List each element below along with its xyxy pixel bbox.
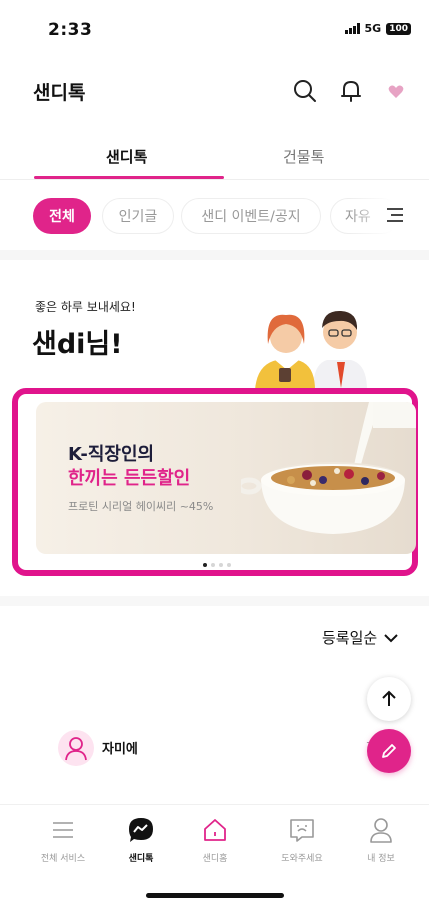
filter-chip-row: 전체 인기글 샌디 이벤트/공지 자유 <box>0 192 429 246</box>
nav-sandyhome[interactable]: 샌디홈 <box>175 815 255 864</box>
network-label: 5G <box>364 22 382 35</box>
chevron-down-icon <box>384 633 398 642</box>
chip-popular[interactable]: 인기글 <box>102 198 174 234</box>
tab-bar: 샌디톡 건물톡 <box>0 136 429 180</box>
page-dot-active <box>203 563 207 567</box>
page-dot <box>211 563 215 567</box>
search-icon[interactable] <box>290 76 320 106</box>
battery-icon: 100 <box>386 22 411 35</box>
signal-icon <box>344 23 360 34</box>
promo-banner[interactable]: K-직장인의 한끼는 든든할인 프로틴 시리얼 헤이씨리 ~45% <box>36 402 416 554</box>
banner-headline-2: 한끼는 든든할인 <box>68 468 191 489</box>
section-divider <box>0 250 429 260</box>
nav-help[interactable]: 도와주세요 <box>262 815 342 864</box>
nav-label: 전체 서비스 <box>40 854 86 864</box>
bottom-navigation: 전체 서비스 샌디톡 샌디홈 도와주세요 내 정보 <box>0 804 429 874</box>
arrow-up-icon <box>382 690 396 706</box>
write-post-button[interactable] <box>367 729 411 773</box>
section-divider <box>0 596 429 606</box>
heart-icon[interactable] <box>381 76 411 106</box>
avatar <box>58 730 94 766</box>
nav-label: 샌디톡 <box>128 854 154 864</box>
banner-page-indicator <box>203 563 231 567</box>
scroll-to-top-button[interactable] <box>367 677 411 721</box>
nav-my-info[interactable]: 내 정보 <box>341 815 421 864</box>
nav-label: 도와주세요 <box>281 854 323 864</box>
page-title: 샌디톡 <box>33 82 86 104</box>
chip-events-notice[interactable]: 샌디 이벤트/공지 <box>181 198 321 234</box>
chat-icon <box>126 815 156 845</box>
page-dot <box>227 563 231 567</box>
status-indicators: 5G 100 <box>344 22 411 35</box>
greeting-name: 샌di님! <box>32 329 123 360</box>
chip-all[interactable]: 전체 <box>33 198 91 234</box>
status-bar: 2:33 5G 100 <box>0 0 429 64</box>
user-icon <box>65 737 87 761</box>
bell-icon[interactable] <box>336 76 366 106</box>
app-header: 샌디톡 <box>0 64 429 124</box>
cereal-bowl-image <box>236 402 416 554</box>
filter-menu-icon[interactable] <box>385 206 405 228</box>
banner-subtext: 프로틴 시리얼 헤이씨리 ~45% <box>68 500 214 513</box>
tab-buildingtalk[interactable]: 건물톡 <box>283 146 324 167</box>
sort-label: 등록일순 <box>322 629 378 647</box>
home-icon <box>201 815 229 845</box>
office-workers-illustration <box>255 288 385 394</box>
nav-sandytalk[interactable]: 샌디톡 <box>101 815 181 864</box>
help-chat-icon <box>288 815 316 845</box>
menu-icon <box>50 815 76 845</box>
status-time: 2:33 <box>48 20 93 40</box>
greeting-subtitle: 좋은 하루 보내세요! <box>35 300 136 314</box>
banner-headline-1: K-직장인의 <box>68 444 155 465</box>
home-indicator[interactable] <box>146 893 284 898</box>
tab-sandytalk[interactable]: 샌디톡 <box>106 146 147 167</box>
pencil-icon <box>382 744 396 758</box>
active-tab-indicator <box>34 176 224 179</box>
nav-label: 샌디홈 <box>202 854 228 864</box>
page-dot <box>219 563 223 567</box>
list-item[interactable]: 자미에 7 <box>36 712 376 792</box>
profile-icon <box>368 815 394 845</box>
nav-all-services[interactable]: 전체 서비스 <box>23 815 103 864</box>
nav-label: 내 정보 <box>367 854 395 864</box>
post-author: 자미에 <box>102 742 138 757</box>
sort-dropdown[interactable]: 등록일순 <box>322 627 399 648</box>
